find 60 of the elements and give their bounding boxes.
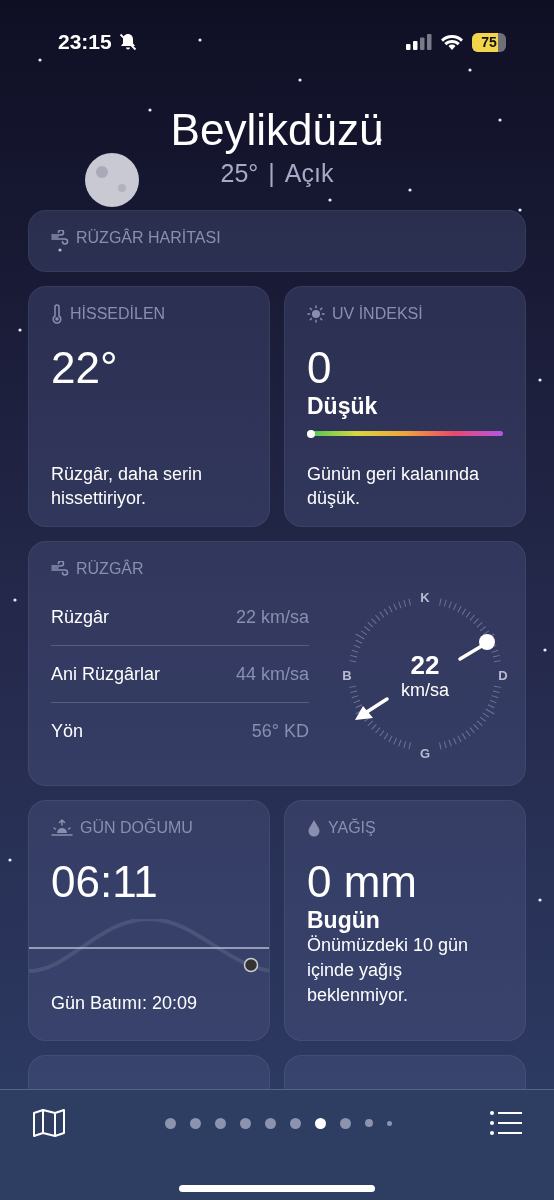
page-dot[interactable] (214, 1117, 226, 1129)
card-title: GÜN DOĞUMU (80, 819, 193, 837)
uv-index-value: 0 (307, 343, 333, 393)
page-dot[interactable] (164, 1117, 176, 1129)
sunset-time: Gün Batımı: 20:09 (51, 992, 199, 1015)
page-dot[interactable] (364, 1119, 373, 1127)
wind-card[interactable]: RÜZGÂR Rüzgâr 22 km/sa Ani Rüzgârlar 44 km/sa Yön 56° KD K D G B 22 km/sa (28, 541, 526, 786)
separator: | (268, 159, 275, 188)
wind-row-label: Yön (51, 720, 84, 742)
compass-label: D (498, 668, 508, 683)
wind-speed-unit: km/sa (401, 680, 449, 700)
signal-icon (406, 34, 432, 50)
status-time: 23:15 (58, 30, 112, 54)
sunrise-time: 06:11 (51, 857, 159, 907)
uv-index-card[interactable]: UV İNDEKSİ 0 Düşük Günün geri kalanında düşük. (284, 286, 526, 527)
compass-label: G (419, 746, 431, 761)
wind-row-value: 44 km/sa (235, 663, 309, 685)
page-dot[interactable] (386, 1120, 392, 1126)
feels-like-value: 22° (51, 343, 119, 393)
list-icon[interactable] (490, 1111, 522, 1135)
wind-icon (51, 561, 69, 577)
condition-text: Açık (284, 159, 334, 188)
page-dot[interactable] (314, 1117, 326, 1129)
feels-like-description: Rüzgâr, daha serin hissettiriyor. (51, 463, 204, 510)
sunrise-card[interactable]: GÜN DOĞUMU 06:11 Gün Batımı: 20:09 (28, 800, 270, 1041)
compass-label: B (342, 668, 352, 683)
card-title: RÜZGÂR (76, 560, 144, 578)
card-title: YAĞIŞ (328, 819, 376, 837)
wind-icon (51, 230, 69, 246)
page-dot[interactable] (289, 1117, 301, 1129)
battery-percent: 75 (481, 34, 497, 50)
current-temperature: 25° (220, 159, 259, 188)
wind-row-label: Ani Rüzgârlar (51, 663, 161, 685)
wifi-icon (440, 33, 464, 51)
uv-description: Günün geri kalanında düşük. (307, 463, 481, 510)
precipitation-period: Bugün (307, 907, 381, 933)
wind-row-label: Rüzgâr (51, 606, 110, 628)
page-dot[interactable] (264, 1117, 276, 1129)
uv-category: Düşük (307, 393, 379, 419)
feels-like-card[interactable]: HİSSEDİLEN 22° Rüzgâr, daha serin hissettiriyor. (28, 286, 270, 527)
wind-row-value: 56° KD (251, 720, 309, 742)
wind-map-card[interactable]: RÜZGÂR HARİTASI (28, 210, 526, 272)
wind-row-value: 22 km/sa (235, 606, 309, 628)
page-dot[interactable] (189, 1117, 201, 1129)
card-title: RÜZGÂR HARİTASI (76, 229, 221, 247)
sunrise-icon (51, 819, 73, 837)
precipitation-card[interactable]: YAĞIŞ 0 mm Bugün Önümüzdeki 10 gün içinde yağış beklenmiyor. (284, 800, 526, 1041)
precipitation-amount: 0 mm (307, 857, 418, 907)
drop-icon (307, 819, 321, 837)
wind-speed: 22 (410, 650, 440, 680)
page-dot[interactable] (239, 1117, 251, 1129)
thermometer-icon (51, 304, 63, 324)
city-name: Beylikdüzü (169, 105, 385, 155)
card-title: UV İNDEKSİ (332, 305, 423, 323)
map-icon[interactable] (32, 1108, 66, 1138)
card-title: HİSSEDİLEN (70, 305, 166, 323)
compass-label: K (420, 590, 430, 605)
sun-icon (307, 305, 325, 323)
precipitation-forecast: Önümüzdeki 10 gün içinde yağış beklenmiyor. (307, 934, 470, 1007)
page-dot[interactable] (339, 1117, 351, 1129)
